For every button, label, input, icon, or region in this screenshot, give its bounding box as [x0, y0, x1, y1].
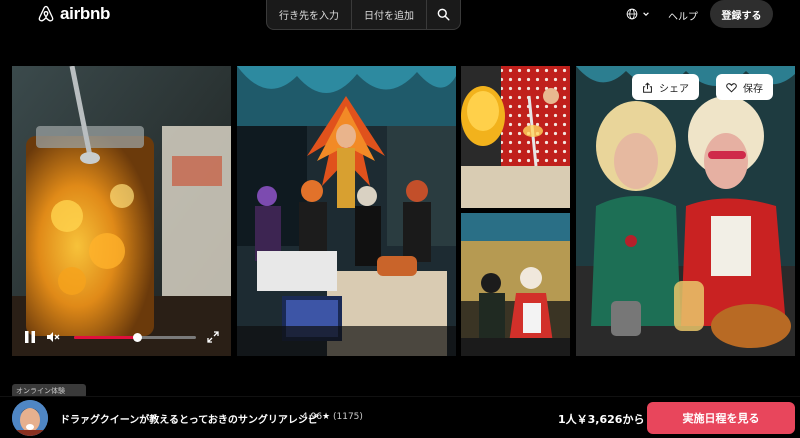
heart-icon [726, 82, 737, 93]
language-selector[interactable] [626, 8, 650, 20]
top-nav: airbnb 行き先を入力 日付を追加 ヘルプ 登録する [0, 0, 800, 30]
stage-photo-image [237, 66, 456, 356]
gallery-photo-2[interactable] [237, 66, 456, 356]
video-progress-bar[interactable] [74, 333, 196, 342]
review-count[interactable]: (1175) [333, 412, 363, 422]
video-controls [12, 318, 231, 356]
pause-icon[interactable] [24, 330, 36, 344]
host-avatar [12, 400, 48, 436]
logo-text: airbnb [60, 4, 111, 23]
save-button[interactable]: 保存 [716, 74, 773, 100]
share-label: シェア [659, 83, 689, 95]
see-dates-button[interactable]: 実施日程を見る [647, 402, 795, 434]
pouring-photo-image [461, 66, 570, 208]
video-progress-handle[interactable] [132, 333, 142, 342]
share-icon [643, 81, 652, 93]
gallery-photo-4[interactable] [461, 213, 570, 356]
search-location[interactable]: 行き先を入力 [267, 0, 351, 29]
gallery-photo-3[interactable] [461, 66, 570, 208]
rating-value: 4.96★ [302, 412, 331, 422]
chevron-down-icon [643, 12, 649, 16]
video-frame-image [12, 66, 231, 356]
globe-icon [626, 8, 638, 20]
video-progress-fill [74, 336, 138, 339]
search-bar[interactable]: 行き先を入力 日付を追加 [266, 0, 461, 30]
mute-icon[interactable] [46, 331, 60, 343]
gallery-photo-5[interactable]: シェア 保存 [576, 66, 795, 356]
photo-gallery: シェア 保存 [12, 66, 795, 356]
help-link[interactable]: ヘルプ [668, 8, 698, 23]
experience-rating: 4.96★ (1175) [302, 412, 363, 422]
search-button[interactable] [426, 0, 460, 29]
search-icon [437, 8, 450, 21]
fullscreen-icon[interactable] [206, 330, 220, 344]
share-button[interactable]: シェア [632, 74, 699, 100]
performers-photo-image [461, 213, 570, 356]
queens-photo-image [576, 66, 795, 356]
video-player[interactable] [12, 66, 231, 356]
booking-footer: ドラァグクイーンが教えるとっておきのサングリアレシピ 4.96★ (1175) … [0, 396, 800, 438]
signup-button[interactable]: 登録する [710, 0, 773, 28]
search-dates[interactable]: 日付を追加 [351, 0, 426, 29]
price-per-person: 1人￥3,626から [558, 413, 645, 426]
airbnb-logo-icon [38, 5, 54, 22]
experience-title: ドラァグクイーンが教えるとっておきのサングリアレシピ [60, 415, 318, 426]
save-label: 保存 [743, 83, 763, 95]
airbnb-logo[interactable]: airbnb [36, 4, 110, 24]
host-avatar-image [12, 400, 48, 436]
